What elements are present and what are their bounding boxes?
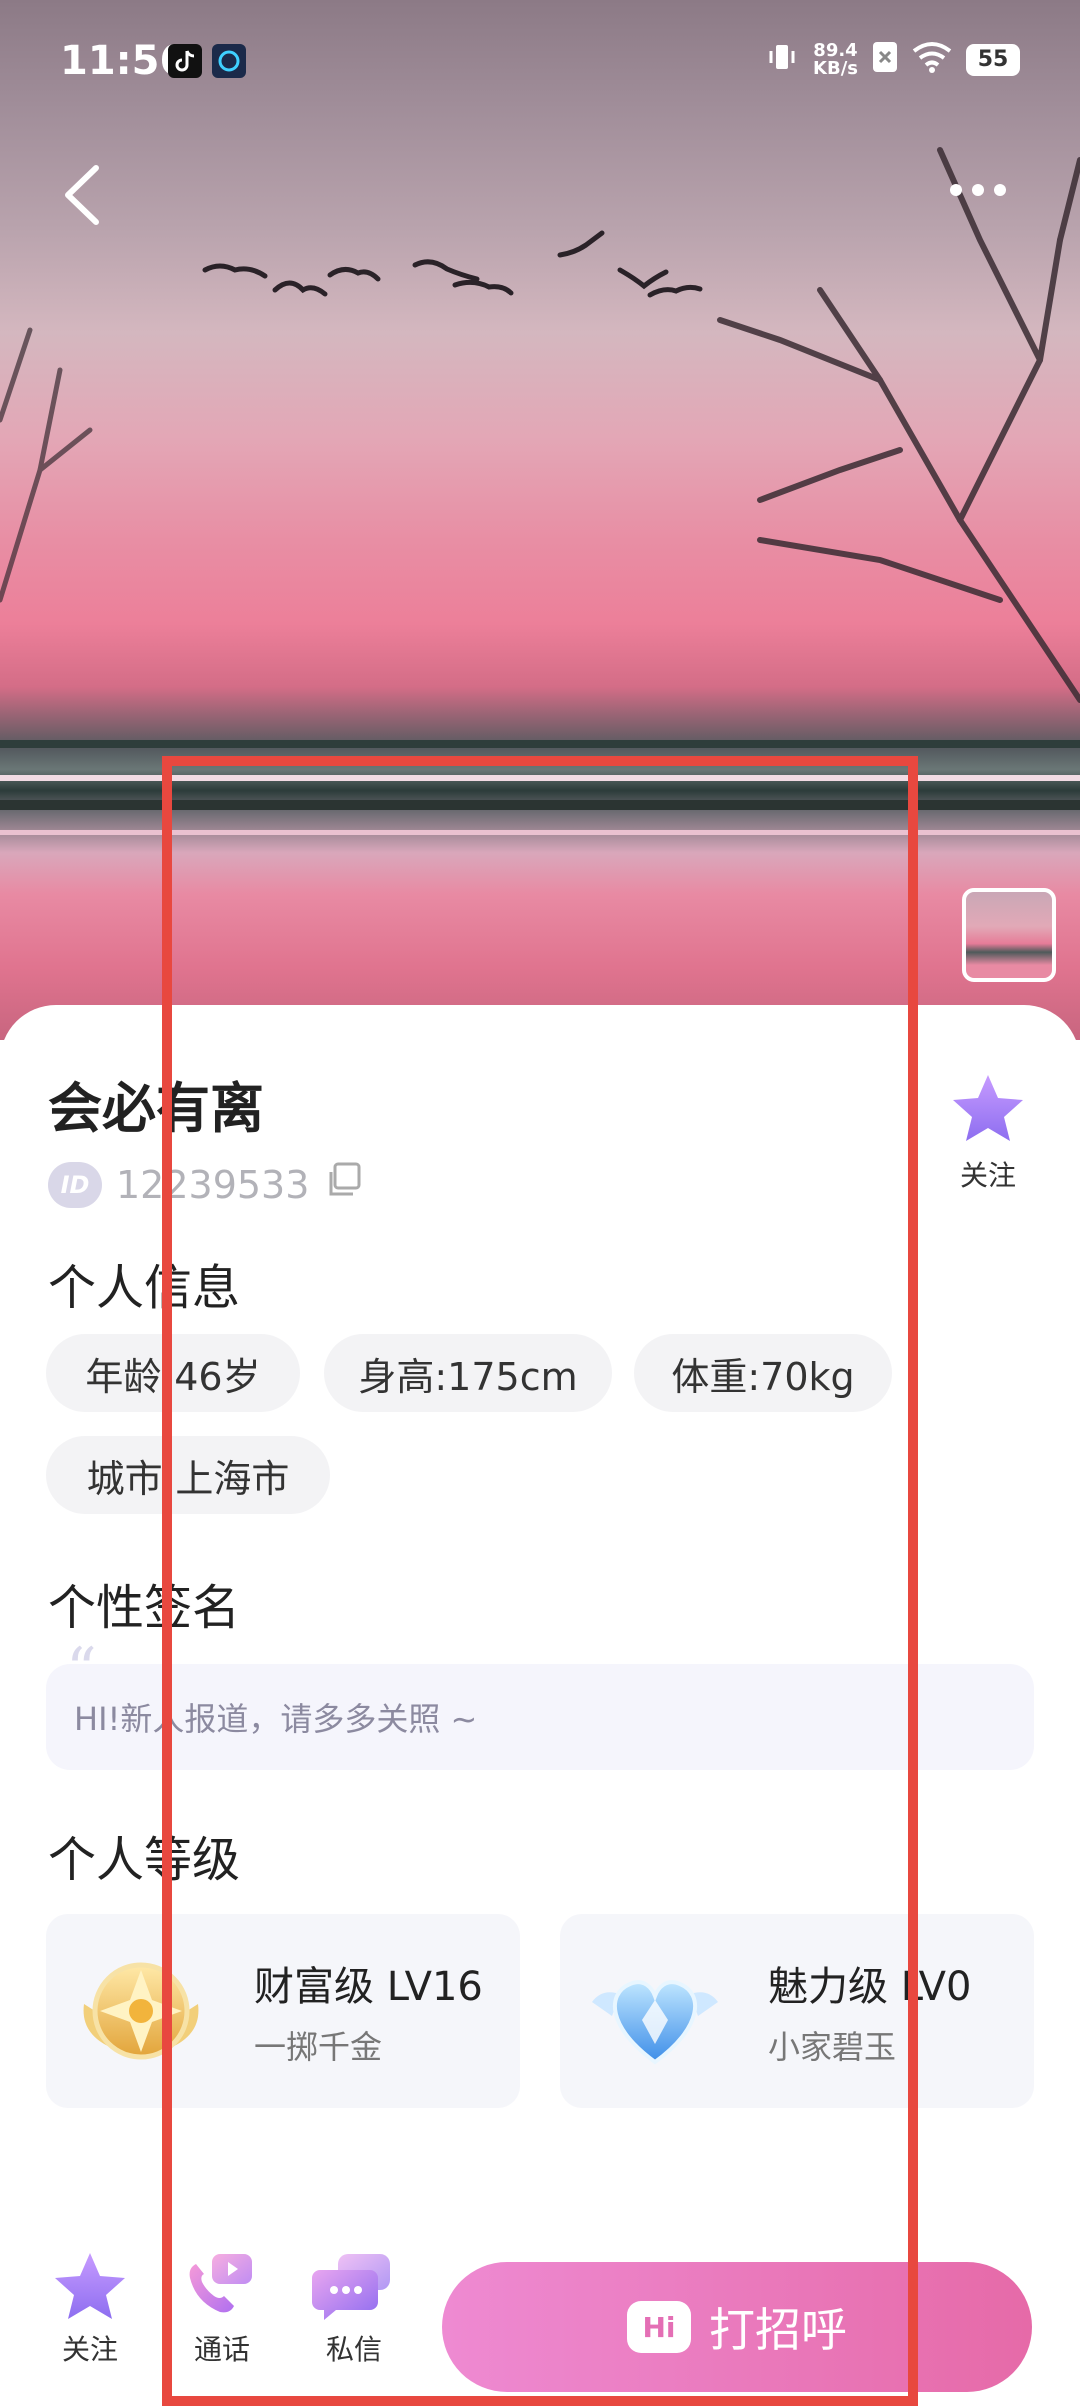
chat-bubble-icon: [312, 2254, 390, 2320]
call-label: 通话: [193, 2333, 250, 2366]
hi-chat-icon: Hi: [627, 2301, 691, 2353]
speed-value: 89.4: [813, 39, 858, 61]
wealth-level-title: 财富级 LV16: [254, 1964, 483, 2010]
user-id-row: ID 12239533: [48, 1160, 363, 1209]
photo-thumbnail[interactable]: [962, 888, 1056, 982]
profile-name: 会必有离: [48, 1077, 264, 1140]
charm-level-title: 魅力级 LV0: [768, 1964, 972, 2010]
wealth-level-subtitle: 一掷千金: [254, 2028, 383, 2066]
tiktok-icon: [168, 44, 202, 78]
status-bar: 11:56 89.4 KB/s 55: [0, 0, 1080, 120]
info-chip-city: 城市:上海市: [46, 1436, 330, 1514]
message-label: 私信: [325, 2333, 382, 2366]
signature-box: HI!新人报道，请多多关照 ~: [46, 1664, 1034, 1770]
battery-indicator: 55: [966, 43, 1020, 76]
back-button[interactable]: [56, 160, 116, 230]
wifi-icon: [912, 41, 952, 78]
follow-label: 关注: [61, 2333, 118, 2366]
copy-icon: [329, 1162, 361, 1196]
no-sim-icon: [872, 41, 898, 78]
charm-level-card[interactable]: 魅力级 LV0 小家碧玉: [560, 1914, 1034, 2108]
status-indicators: 89.4 KB/s 55: [765, 40, 1020, 79]
gold-medal-icon: [83, 1962, 199, 2060]
signature-text: HI!新人报道，请多多关照 ~: [74, 1700, 478, 1738]
star-icon: [953, 1075, 1023, 1141]
charm-level-subtitle: 小家碧玉: [768, 2028, 897, 2066]
copy-button[interactable]: [323, 1160, 363, 1209]
follow-button-top[interactable]: 关注: [950, 1072, 1026, 1194]
video-call-icon: [189, 2254, 252, 2313]
star-icon: [55, 2253, 125, 2319]
id-badge: ID: [48, 1161, 102, 1208]
cover-scenery: [0, 147, 1080, 835]
info-chip-age: 年龄:46岁: [46, 1334, 300, 1412]
vibrate-icon: [765, 40, 799, 79]
greet-button[interactable]: Hi 打招呼: [442, 2262, 1032, 2392]
info-chip-weight: 体重:70kg: [634, 1334, 892, 1412]
user-id-number: 12239533: [116, 1162, 310, 1207]
greet-label: 打招呼: [709, 2303, 847, 2357]
speed-unit: KB/s: [813, 57, 858, 79]
signature-title: 个性签名: [48, 1580, 241, 1636]
follow-button[interactable]: 关注: [40, 2250, 140, 2368]
levels-title: 个人等级: [48, 1832, 241, 1888]
chevron-left-icon: [65, 165, 99, 225]
message-button[interactable]: 私信: [304, 2250, 404, 2368]
quote-mark-icon: “: [66, 1635, 97, 1705]
profile-cover-image: [0, 0, 1080, 1040]
app-notification-icon: [212, 44, 246, 78]
blue-heart-icon: [592, 1980, 718, 2065]
more-dots-icon: [950, 184, 962, 196]
wealth-level-card[interactable]: 财富级 LV16 一掷千金: [46, 1914, 520, 2108]
more-options-button[interactable]: [950, 170, 1030, 210]
follow-label: 关注: [959, 1159, 1016, 1192]
info-chip-height: 身高:175cm: [324, 1334, 612, 1412]
network-speed: 89.4 KB/s: [813, 39, 858, 79]
call-button[interactable]: 通话: [172, 2250, 272, 2368]
personal-info-title: 个人信息: [48, 1260, 241, 1316]
